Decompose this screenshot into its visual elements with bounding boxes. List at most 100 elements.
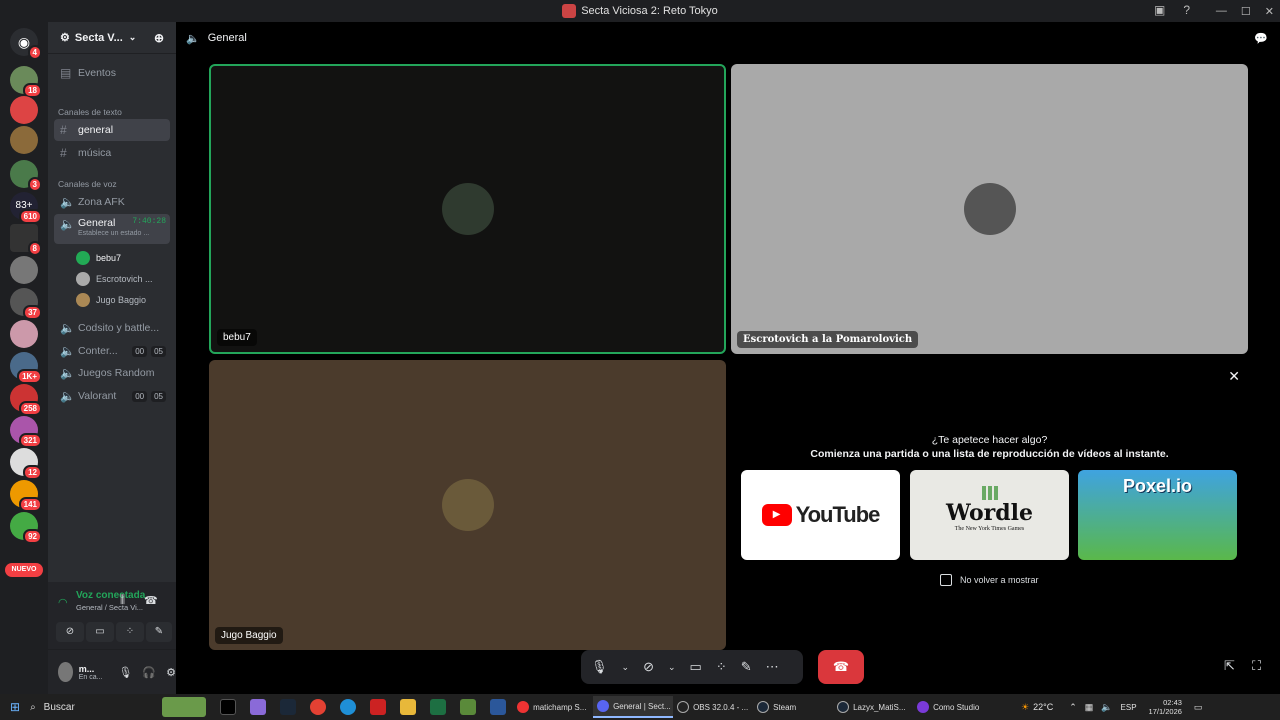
- channel-general[interactable]: # general: [54, 119, 170, 141]
- activities-icon[interactable]: ⁘: [716, 659, 727, 675]
- taskbar-search[interactable]: ⌕ Buscar: [30, 697, 160, 717]
- voice-user[interactable]: Escrotovich ...: [76, 270, 153, 288]
- language-indicator[interactable]: ESP: [1121, 703, 1137, 712]
- discord-home-icon[interactable]: ◉ 4: [10, 28, 42, 60]
- text-category[interactable]: Canales de texto: [58, 107, 122, 117]
- voice-user[interactable]: bebu7: [76, 249, 121, 267]
- widgets-icon[interactable]: [162, 697, 207, 717]
- camera-off-icon[interactable]: ⊘: [643, 659, 654, 675]
- youtube-card[interactable]: ▶ YouTube: [741, 470, 900, 560]
- edge-icon[interactable]: [340, 699, 357, 715]
- microphone-icon[interactable]: 🎙: [591, 659, 608, 675]
- server-icon[interactable]: 1K+: [10, 352, 42, 384]
- activities-button[interactable]: ⁘: [116, 622, 144, 642]
- steam-icon[interactable]: [280, 699, 297, 715]
- participant-tile[interactable]: Escrotovich a la Pomarolovich: [731, 64, 1248, 354]
- server-header[interactable]: ⚙ Secta V... ⌄ ⊕: [48, 22, 176, 54]
- more-icon[interactable]: ⋯: [766, 659, 779, 675]
- participant-tile[interactable]: Jugo Baggio: [209, 360, 726, 650]
- voice-channel-general[interactable]: 🔈 General 7:40:28 Establece un estado ..…: [54, 214, 170, 244]
- taskbar-app[interactable]: OBS 32.0.4 - ...: [673, 696, 753, 718]
- maximize-button[interactable]: ☐: [1241, 5, 1251, 18]
- server-icon-active[interactable]: [10, 96, 38, 124]
- server-icon[interactable]: [10, 126, 38, 154]
- app-icon[interactable]: [370, 699, 387, 715]
- taskbar-app[interactable]: Steam: [753, 696, 833, 718]
- close-window-button[interactable]: ✕: [1265, 5, 1274, 18]
- chevron-down-icon[interactable]: ⌄: [622, 662, 630, 673]
- voice-user[interactable]: Jugo Baggio: [76, 291, 146, 309]
- server-icon[interactable]: 321: [10, 416, 42, 448]
- disconnect-icon[interactable]: ☎: [144, 594, 158, 607]
- headphones-icon[interactable]: 🎧: [142, 666, 156, 679]
- participant-tile[interactable]: bebu7: [209, 64, 726, 354]
- youtube-play-icon: ▶: [761, 504, 792, 526]
- voice-channel-afk[interactable]: 🔈 Zona AFK: [54, 191, 170, 213]
- weather-temp[interactable]: 22°C: [1033, 702, 1053, 712]
- server-icon[interactable]: 83+ 610: [10, 192, 42, 224]
- excel-icon[interactable]: [430, 699, 447, 715]
- help-icon[interactable]: ?: [1183, 3, 1190, 17]
- tray-chevron-icon[interactable]: ⌃: [1069, 702, 1077, 713]
- voice-status[interactable]: Voz conectada: [76, 590, 145, 601]
- server-icon[interactable]: 12: [10, 448, 42, 480]
- folder-icon[interactable]: [400, 699, 417, 715]
- volume-icon[interactable]: 🔈: [1101, 702, 1112, 713]
- poxel-card[interactable]: Poxel.io: [1078, 470, 1237, 560]
- dont-show-option[interactable]: No volver a mostrar: [940, 574, 1039, 586]
- invite-icon[interactable]: ⊕: [154, 31, 164, 45]
- taskbar-app[interactable]: Como Studio: [913, 696, 993, 718]
- noise-icon[interactable]: ⫼: [120, 594, 125, 607]
- avatar[interactable]: [58, 662, 73, 682]
- word-icon[interactable]: [490, 699, 507, 715]
- server-icon[interactable]: 18: [10, 66, 42, 98]
- channel-musica[interactable]: # música: [54, 142, 170, 164]
- voice-channel-codsito[interactable]: 🔈 Codsito y battle...: [54, 317, 170, 339]
- server-icon[interactable]: [10, 256, 38, 284]
- checkbox[interactable]: [940, 574, 952, 586]
- network-icon[interactable]: ▦: [1085, 702, 1094, 713]
- channel-status[interactable]: Establece un estado ...: [78, 230, 149, 237]
- speaker-icon: 🔈: [60, 321, 75, 335]
- voice-channel-valorant[interactable]: 🔈 Valorant 00 05: [54, 385, 170, 407]
- leave-call-button[interactable]: ☎: [818, 650, 864, 684]
- fullscreen-icon[interactable]: ⛶: [1252, 658, 1261, 674]
- chat-icon[interactable]: 💬: [1254, 32, 1268, 45]
- weather-icon[interactable]: ☀: [1021, 702, 1029, 713]
- microphone-icon[interactable]: 🎙: [118, 666, 132, 679]
- tiktok-icon[interactable]: [220, 699, 237, 715]
- server-icon[interactable]: 37: [10, 288, 42, 320]
- server-icon[interactable]: 92: [10, 512, 42, 544]
- popout-icon[interactable]: ⇱: [1224, 658, 1235, 674]
- soundboard-icon[interactable]: ✎: [741, 659, 752, 675]
- chevron-down-icon[interactable]: ⌄: [668, 662, 676, 673]
- copilot-icon[interactable]: [250, 699, 267, 715]
- voice-channel-conter[interactable]: 🔈 Conter... 00 05: [54, 340, 170, 362]
- server-icon[interactable]: 141: [10, 480, 42, 512]
- voice-category[interactable]: Canales de voz: [58, 179, 117, 189]
- clock[interactable]: 02:43 17/1/2026: [1149, 698, 1182, 716]
- inbox-icon[interactable]: ▣: [1154, 3, 1165, 17]
- server-icon[interactable]: 258: [10, 384, 42, 416]
- wordle-card[interactable]: Wordle The New York Times Games: [910, 470, 1069, 560]
- app-icon[interactable]: [460, 699, 477, 715]
- screen-share-icon[interactable]: ▭: [690, 659, 702, 675]
- windows-start-icon[interactable]: ⊞: [10, 700, 20, 714]
- taskbar-app[interactable]: Lazyx_MatiS...: [833, 696, 913, 718]
- screen-share-button[interactable]: ▭: [86, 622, 114, 642]
- events-item[interactable]: ▤ Eventos: [54, 62, 170, 84]
- soundboard-button[interactable]: ✎: [146, 622, 172, 642]
- voice-channel-random[interactable]: 🔈 Juegos Random: [54, 362, 170, 384]
- voice-location[interactable]: General / Secta Vi...: [76, 603, 143, 612]
- taskbar-app-active[interactable]: General | Sect...: [593, 696, 674, 718]
- minimize-button[interactable]: —: [1216, 5, 1227, 17]
- server-icon[interactable]: 8: [10, 224, 42, 256]
- close-icon[interactable]: ✕: [1228, 368, 1240, 385]
- settings-icon[interactable]: ⚙: [166, 666, 176, 679]
- notifications-icon[interactable]: ▭: [1194, 702, 1203, 713]
- server-icon[interactable]: [10, 320, 38, 348]
- server-icon[interactable]: 3: [10, 160, 42, 192]
- taskbar-app[interactable]: matichamp S...: [513, 696, 593, 718]
- chrome-icon[interactable]: [310, 699, 327, 715]
- camera-toggle-button[interactable]: ⊘: [56, 622, 84, 642]
